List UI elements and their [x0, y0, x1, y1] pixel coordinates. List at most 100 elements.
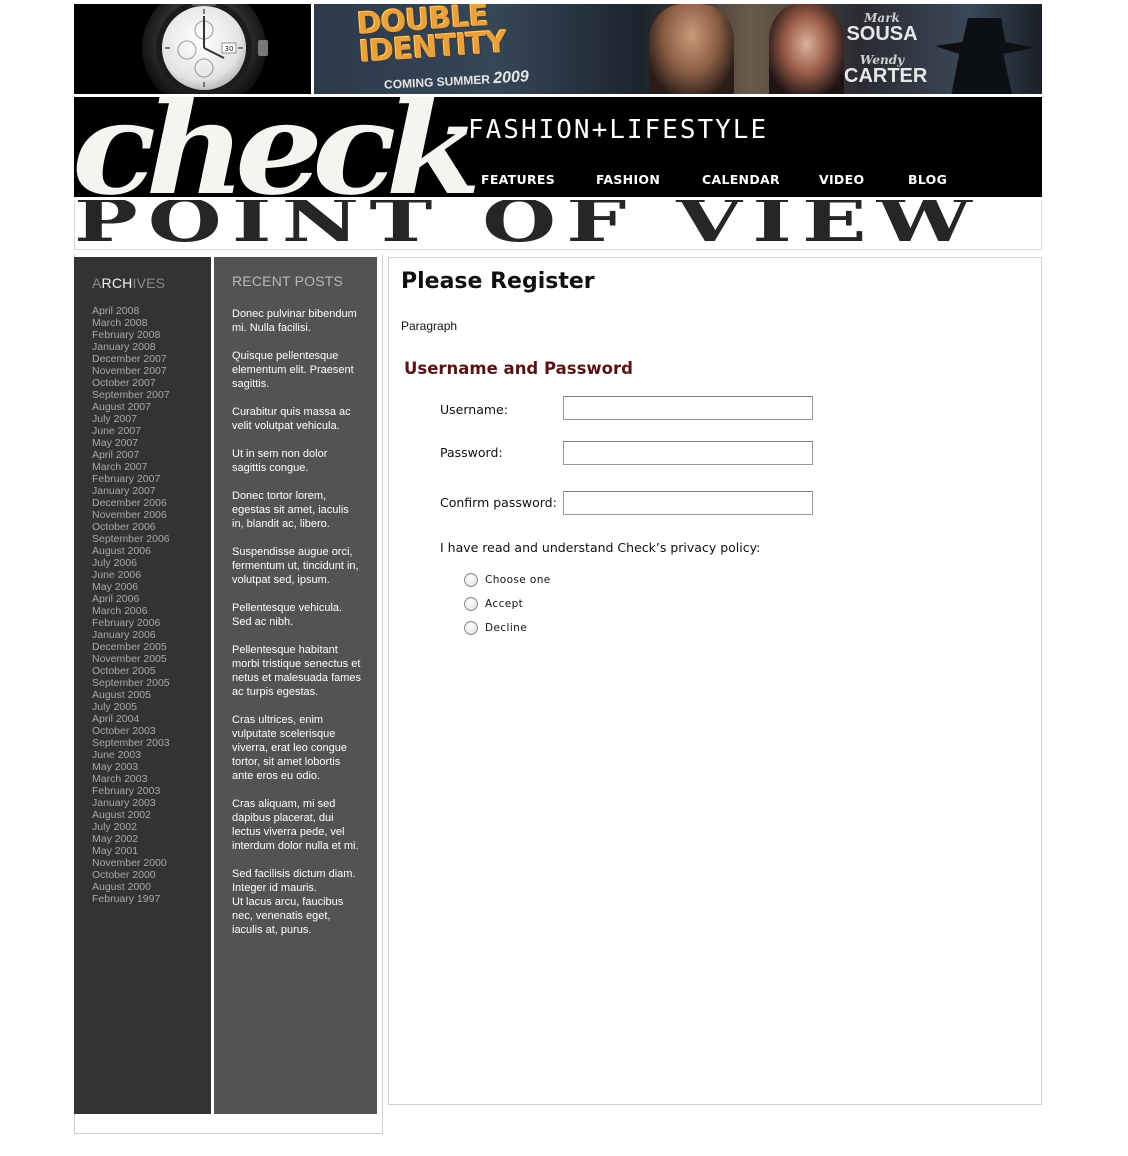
archive-link[interactable]: September 2007: [92, 389, 211, 401]
archive-link[interactable]: August 2007: [92, 401, 211, 413]
recent-post-link[interactable]: Pellentesque vehicula. Sed ac nibh.: [232, 601, 362, 629]
archive-link[interactable]: October 2003: [92, 725, 211, 737]
recent-post-link[interactable]: Curabitur quis massa ac velit volutpat v…: [232, 405, 362, 433]
archive-link[interactable]: July 2002: [92, 821, 211, 833]
archive-link[interactable]: April 2004: [92, 713, 211, 725]
radio-label: Accept: [485, 598, 524, 610]
intro-paragraph: Paragraph: [401, 319, 458, 333]
confirm-password-input[interactable]: [563, 491, 813, 515]
archive-link[interactable]: December 2005: [92, 641, 211, 653]
archive-link[interactable]: February 2006: [92, 617, 211, 629]
cast-last-name: CARTER: [844, 65, 928, 87]
archive-link[interactable]: October 2000: [92, 869, 211, 881]
recent-post-link[interactable]: Ut lacus arcu, faucibus nec, venenatis e…: [232, 895, 362, 937]
archive-link[interactable]: February 2003: [92, 785, 211, 797]
archive-link[interactable]: November 2007: [92, 365, 211, 377]
archive-link[interactable]: May 2001: [92, 845, 211, 857]
archive-link[interactable]: October 2005: [92, 665, 211, 677]
archives-heading-part: IVES: [132, 275, 166, 291]
privacy-policy-question: I have read and understand Check’s priva…: [440, 540, 761, 555]
recent-post-link[interactable]: Quisque pellentesque elementum elit. Pra…: [232, 349, 362, 391]
recent-post-link[interactable]: Suspendisse augue orci, fermentum ut, ti…: [232, 545, 362, 587]
archive-link[interactable]: August 2000: [92, 881, 211, 893]
radio-decline[interactable]: Decline: [464, 621, 527, 635]
recent-post-link[interactable]: Cras ultrices, enim vulputate scelerisqu…: [232, 713, 362, 783]
username-input[interactable]: [563, 396, 813, 420]
archive-link[interactable]: May 2007: [92, 437, 211, 449]
archives-heading: ARCHIVES: [92, 275, 211, 291]
recent-post-link[interactable]: Sed facilisis dictum diam. Integer id ma…: [232, 867, 362, 895]
archive-link[interactable]: February 2007: [92, 473, 211, 485]
archive-link[interactable]: March 2006: [92, 605, 211, 617]
archive-link[interactable]: August 2002: [92, 809, 211, 821]
ad-subtitle-text: COMING SUMMER: [383, 72, 491, 92]
archive-link[interactable]: February 1997: [92, 893, 211, 905]
radio-choose-one[interactable]: Choose one: [464, 573, 551, 587]
archive-link[interactable]: May 2006: [92, 581, 211, 593]
recent-post-link[interactable]: Pellentesque habitant morbi tristique se…: [232, 643, 362, 699]
archive-link[interactable]: February 2008: [92, 329, 211, 341]
radio-button[interactable]: [464, 573, 478, 587]
archive-link[interactable]: June 2006: [92, 569, 211, 581]
archive-link[interactable]: January 2006: [92, 629, 211, 641]
watch-ad-banner[interactable]: 30: [74, 4, 311, 94]
watch-image: 30: [74, 4, 311, 94]
archive-link[interactable]: May 2003: [92, 761, 211, 773]
watch-date-window: 30: [225, 45, 234, 53]
nav-blog[interactable]: BLOG: [908, 172, 968, 187]
archive-link[interactable]: April 2007: [92, 449, 211, 461]
archive-link[interactable]: November 2000: [92, 857, 211, 869]
archive-link[interactable]: April 2006: [92, 593, 211, 605]
archive-link[interactable]: May 2002: [92, 833, 211, 845]
archive-link[interactable]: October 2007: [92, 377, 211, 389]
archive-link[interactable]: November 2005: [92, 653, 211, 665]
archive-link[interactable]: March 2007: [92, 461, 211, 473]
cast-credit-2: Wendy CARTER: [844, 54, 928, 87]
password-input[interactable]: [563, 441, 813, 465]
site-tagline: FASHION+LIFESTYLE: [468, 115, 769, 145]
archives-heading-highlight: RCH: [101, 275, 133, 291]
archive-link[interactable]: September 2003: [92, 737, 211, 749]
archive-link[interactable]: January 2008: [92, 341, 211, 353]
archive-link[interactable]: December 2006: [92, 497, 211, 509]
archive-link[interactable]: April 2008: [92, 305, 211, 317]
archive-link[interactable]: March 2008: [92, 317, 211, 329]
recent-post-link[interactable]: Ut in sem non dolor sagittis congue.: [232, 447, 362, 475]
archive-list: April 2008 March 2008 February 2008 January…: [92, 305, 211, 905]
radio-label: Decline: [485, 622, 528, 634]
archive-link[interactable]: August 2006: [92, 545, 211, 557]
archive-link[interactable]: July 2007: [92, 413, 211, 425]
nav-video[interactable]: VIDEO: [819, 172, 908, 187]
archive-link[interactable]: December 2007: [92, 353, 211, 365]
confirm-password-label: Confirm password:: [440, 495, 557, 510]
radio-button[interactable]: [464, 597, 478, 611]
point-of-view-title: POINT OF VIEW: [74, 200, 983, 250]
archive-link[interactable]: January 2007: [92, 485, 211, 497]
registration-panel: Please Register Paragraph Username and P…: [388, 257, 1042, 1105]
nav-features[interactable]: FEATURES: [481, 172, 596, 187]
archive-link[interactable]: November 2006: [92, 509, 211, 521]
archive-link[interactable]: March 2003: [92, 773, 211, 785]
radio-button[interactable]: [464, 621, 478, 635]
archive-link[interactable]: June 2003: [92, 749, 211, 761]
archive-link[interactable]: January 2003: [92, 797, 211, 809]
main-nav: FEATURES FASHION CALENDAR VIDEO BLOG: [481, 172, 968, 187]
nav-calendar[interactable]: CALENDAR: [702, 172, 819, 187]
archive-link[interactable]: July 2005: [92, 701, 211, 713]
username-label: Username:: [440, 402, 508, 417]
recent-post-link[interactable]: Donec pulvinar bibendum mi. Nulla facili…: [232, 307, 362, 335]
site-logo[interactable]: check: [74, 97, 481, 197]
nav-fashion[interactable]: FASHION: [596, 172, 702, 187]
site-header: check FASHION+LIFESTYLE FEATURES FASHION…: [74, 97, 1042, 197]
archive-link[interactable]: September 2006: [92, 533, 211, 545]
recent-post-link[interactable]: Donec tortor lorem, egestas sit amet, ia…: [232, 489, 362, 531]
archive-link[interactable]: October 2006: [92, 521, 211, 533]
archive-link[interactable]: July 2006: [92, 557, 211, 569]
movie-ad-banner[interactable]: DOUBLE IDENTITY COMING SUMMER 2009 Mark …: [314, 4, 1042, 94]
ad-year: 2009: [492, 68, 530, 88]
archive-link[interactable]: August 2005: [92, 689, 211, 701]
recent-post-link[interactable]: Cras aliquam, mi sed dapibus placerat, d…: [232, 797, 362, 853]
archive-link[interactable]: September 2005: [92, 677, 211, 689]
archive-link[interactable]: June 2007: [92, 425, 211, 437]
radio-accept[interactable]: Accept: [464, 597, 523, 611]
